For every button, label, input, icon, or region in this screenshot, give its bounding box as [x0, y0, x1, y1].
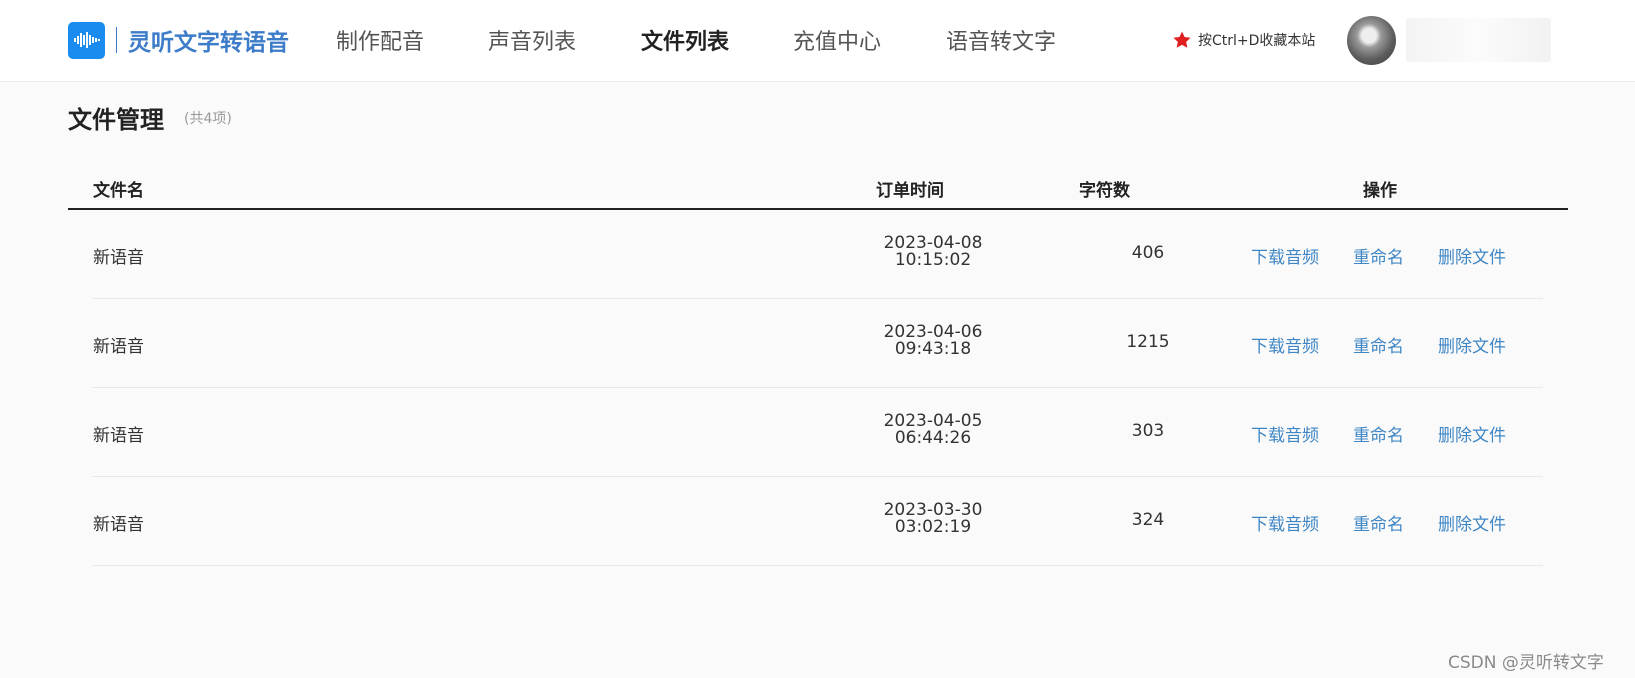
order-clock: 06:44:26 — [894, 428, 972, 448]
order-time: 2023-04-05 06:44:26 — [843, 413, 1023, 447]
order-clock: 03:02:19 — [894, 517, 972, 537]
file-name: 新语音 — [93, 337, 144, 357]
page-title: 文件管理 — [68, 106, 164, 134]
char-count: 324 — [1131, 510, 1165, 530]
delete-file-link[interactable]: 删除文件 — [1438, 243, 1506, 268]
logo-text: 灵听文字转语音 — [128, 30, 289, 56]
table-row: 新语音 2023-04-05 06:44:26 303 下载音频 重命名 删除文… — [93, 388, 1543, 477]
download-audio-link[interactable]: 下载音频 — [1251, 243, 1319, 268]
username-redacted[interactable] — [1406, 18, 1551, 62]
nav-recharge-center[interactable]: 充值中心 — [793, 24, 881, 56]
site-logo[interactable]: 灵听文字转语音 — [68, 21, 289, 59]
order-time: 2023-03-30 03:02:19 — [843, 502, 1023, 536]
order-time: 2023-04-06 09:43:18 — [843, 324, 1023, 358]
nav-voice-list[interactable]: 声音列表 — [488, 24, 576, 56]
nav-make-dubbing[interactable]: 制作配音 — [336, 24, 424, 56]
rename-link[interactable]: 重命名 — [1353, 243, 1404, 268]
column-header-char-count: 字符数 — [1079, 181, 1130, 201]
download-audio-link[interactable]: 下载音频 — [1251, 332, 1319, 357]
table-row: 新语音 2023-04-08 10:15:02 406 下载音频 重命名 删除文… — [93, 210, 1543, 299]
char-count: 303 — [1131, 421, 1165, 441]
rename-link[interactable]: 重命名 — [1353, 421, 1404, 446]
column-header-filename: 文件名 — [93, 181, 144, 201]
nav-file-list[interactable]: 文件列表 — [641, 24, 729, 56]
item-count: (共4项) — [184, 111, 232, 127]
table-row: 新语音 2023-03-30 03:02:19 324 下载音频 重命名 删除文… — [93, 477, 1543, 566]
download-audio-link[interactable]: 下载音频 — [1251, 421, 1319, 446]
order-clock: 10:15:02 — [894, 250, 972, 270]
bookmark-hint[interactable]: 按Ctrl+D收藏本站 — [1172, 30, 1315, 50]
csdn-watermark: CSDN @灵听转文字 — [1448, 653, 1604, 673]
delete-file-link[interactable]: 删除文件 — [1438, 421, 1506, 446]
column-header-order-time: 订单时间 — [876, 181, 944, 201]
user-avatar[interactable] — [1347, 16, 1396, 65]
bookmark-text: 按Ctrl+D收藏本站 — [1198, 33, 1316, 49]
file-name: 新语音 — [93, 426, 144, 446]
order-clock: 09:43:18 — [894, 339, 972, 359]
table-header: 文件名 订单时间 字符数 操作 — [68, 170, 1568, 210]
delete-file-link[interactable]: 删除文件 — [1438, 332, 1506, 357]
char-count: 1215 — [1126, 332, 1170, 352]
download-audio-link[interactable]: 下载音频 — [1251, 510, 1319, 535]
top-header: 灵听文字转语音 制作配音 声音列表 文件列表 充值中心 语音转文字 按Ctrl+… — [0, 0, 1635, 82]
delete-file-link[interactable]: 删除文件 — [1438, 510, 1506, 535]
rename-link[interactable]: 重命名 — [1353, 332, 1404, 357]
file-name: 新语音 — [93, 515, 144, 535]
star-icon — [1173, 31, 1191, 48]
order-time: 2023-04-08 10:15:02 — [843, 235, 1023, 269]
waveform-icon — [68, 21, 105, 59]
nav-speech-to-text[interactable]: 语音转文字 — [946, 24, 1056, 56]
file-name: 新语音 — [93, 248, 144, 268]
rename-link[interactable]: 重命名 — [1353, 510, 1404, 535]
char-count: 406 — [1131, 243, 1165, 263]
column-header-actions: 操作 — [1363, 181, 1397, 201]
table-row: 新语音 2023-04-06 09:43:18 1215 下载音频 重命名 删除… — [93, 299, 1543, 388]
logo-divider — [116, 27, 117, 53]
